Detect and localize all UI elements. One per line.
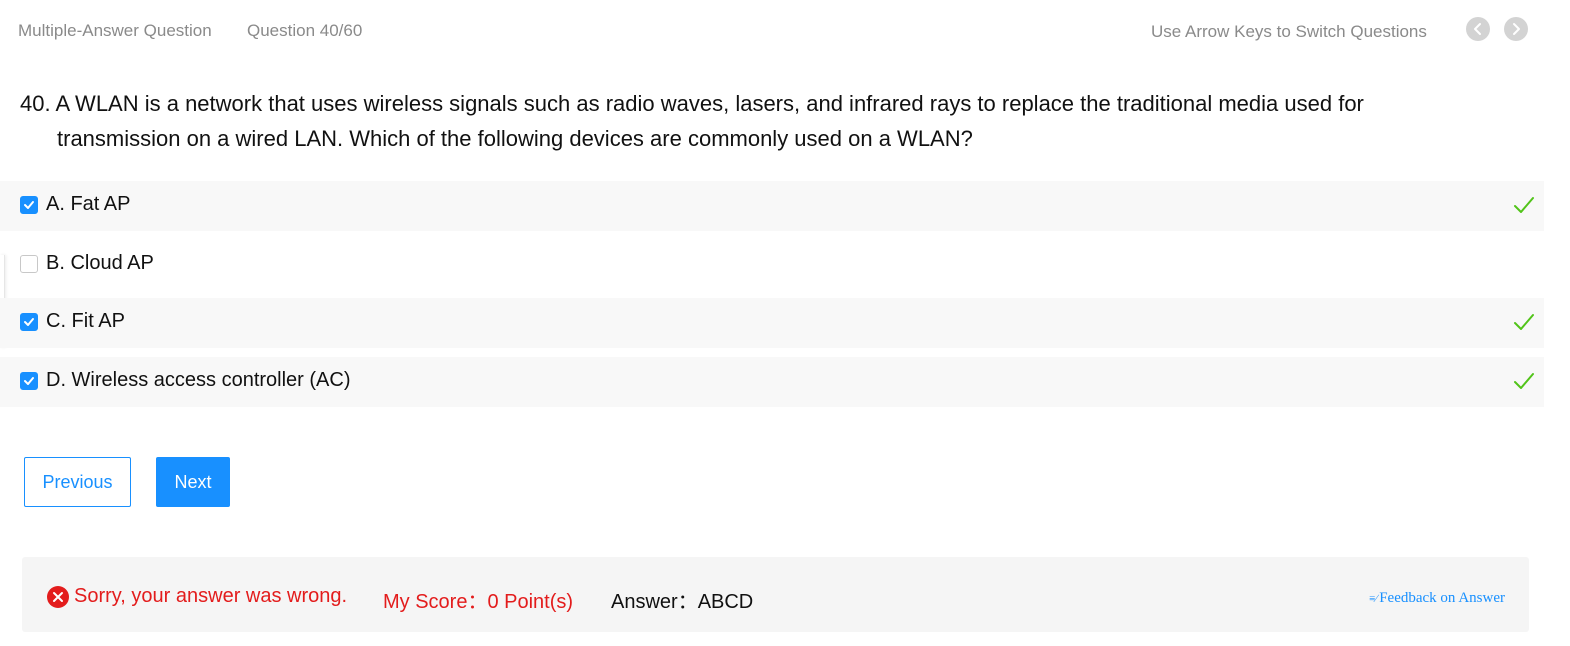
question-line-2: transmission on a wired LAN. Which of th… xyxy=(57,126,973,151)
correct-answer: Answer：ABCD xyxy=(611,591,754,613)
next-button[interactable]: Next xyxy=(156,457,230,507)
result-panel: Sorry, your answer was wrong. My Score：0… xyxy=(22,557,1529,632)
correct-tick-icon xyxy=(1514,197,1534,213)
error-icon xyxy=(47,586,69,608)
option-d-label: D. Wireless access controller (AC) xyxy=(46,369,351,391)
option-a[interactable]: A. Fat AP xyxy=(0,181,1544,231)
my-score: My Score：0 Point(s) xyxy=(383,591,574,613)
nav-hint: Use Arrow Keys to Switch Questions xyxy=(1151,22,1427,41)
top-bar: Multiple-Answer Question Question 40/60 … xyxy=(0,0,1570,64)
check-icon xyxy=(24,201,34,209)
option-d-checkbox[interactable] xyxy=(20,372,38,390)
next-question-button[interactable] xyxy=(1504,17,1528,41)
previous-button[interactable]: Previous xyxy=(24,457,131,507)
question-line-1: 40. A WLAN is a network that uses wirele… xyxy=(20,91,1364,116)
option-b[interactable]: B. Cloud AP xyxy=(0,240,1544,290)
question-type: Multiple-Answer Question xyxy=(18,21,212,40)
option-d[interactable]: D. Wireless access controller (AC) xyxy=(0,357,1544,407)
feedback-icon: ≡∕ xyxy=(1369,593,1378,605)
chevron-right-icon xyxy=(1513,23,1520,35)
correct-tick-icon xyxy=(1514,314,1534,330)
option-b-checkbox[interactable] xyxy=(20,255,38,273)
correct-tick-icon xyxy=(1514,373,1534,389)
option-c-checkbox[interactable] xyxy=(20,313,38,331)
option-b-label: B. Cloud AP xyxy=(46,252,154,274)
check-icon xyxy=(24,377,34,385)
feedback-label: Feedback on Answer xyxy=(1379,590,1505,606)
option-c-label: C. Fit AP xyxy=(46,310,125,332)
question-counter: Question 40/60 xyxy=(247,21,363,40)
check-icon xyxy=(24,318,34,326)
feedback-link[interactable]: ≡∕ Feedback on Answer xyxy=(1369,590,1505,607)
option-c[interactable]: C. Fit AP xyxy=(0,298,1544,348)
previous-question-button[interactable] xyxy=(1466,17,1490,41)
option-a-checkbox[interactable] xyxy=(20,196,38,214)
result-message: Sorry, your answer was wrong. xyxy=(74,585,348,607)
question-text: 40. A WLAN is a network that uses wirele… xyxy=(20,86,1460,156)
chevron-left-icon xyxy=(1474,23,1481,35)
option-a-label: A. Fat AP xyxy=(46,193,131,215)
